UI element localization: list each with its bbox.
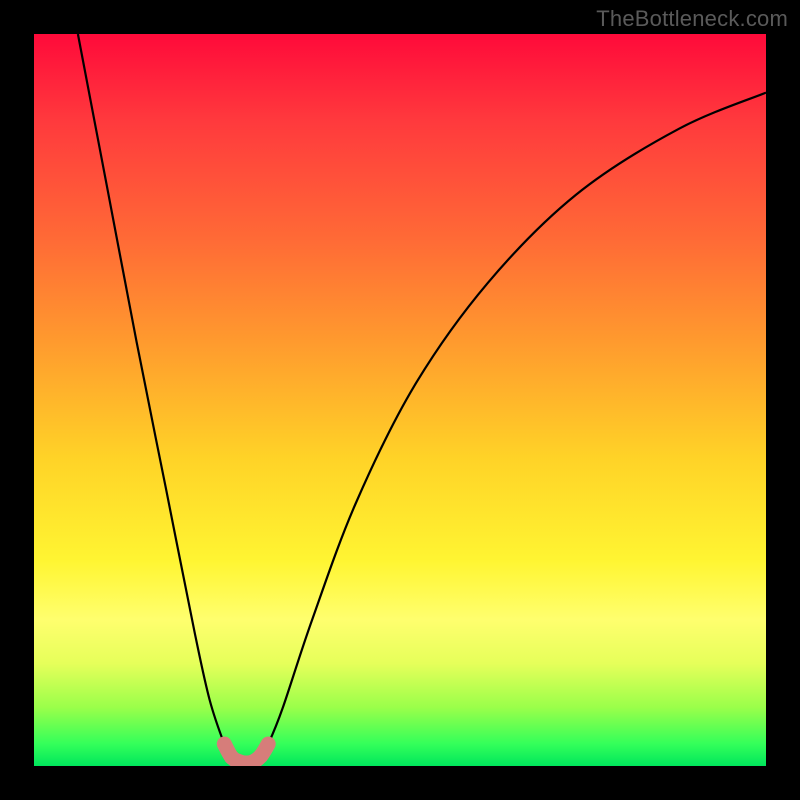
plot-area xyxy=(34,34,766,766)
watermark-text: TheBottleneck.com xyxy=(596,6,788,32)
curve-svg xyxy=(34,34,766,766)
minimum-bead xyxy=(262,738,275,751)
minimum-bead xyxy=(218,738,231,751)
minimum-beads xyxy=(218,738,275,767)
minimum-bead xyxy=(253,748,268,763)
chart-frame: TheBottleneck.com xyxy=(0,0,800,800)
bottleneck-curve xyxy=(78,34,766,763)
